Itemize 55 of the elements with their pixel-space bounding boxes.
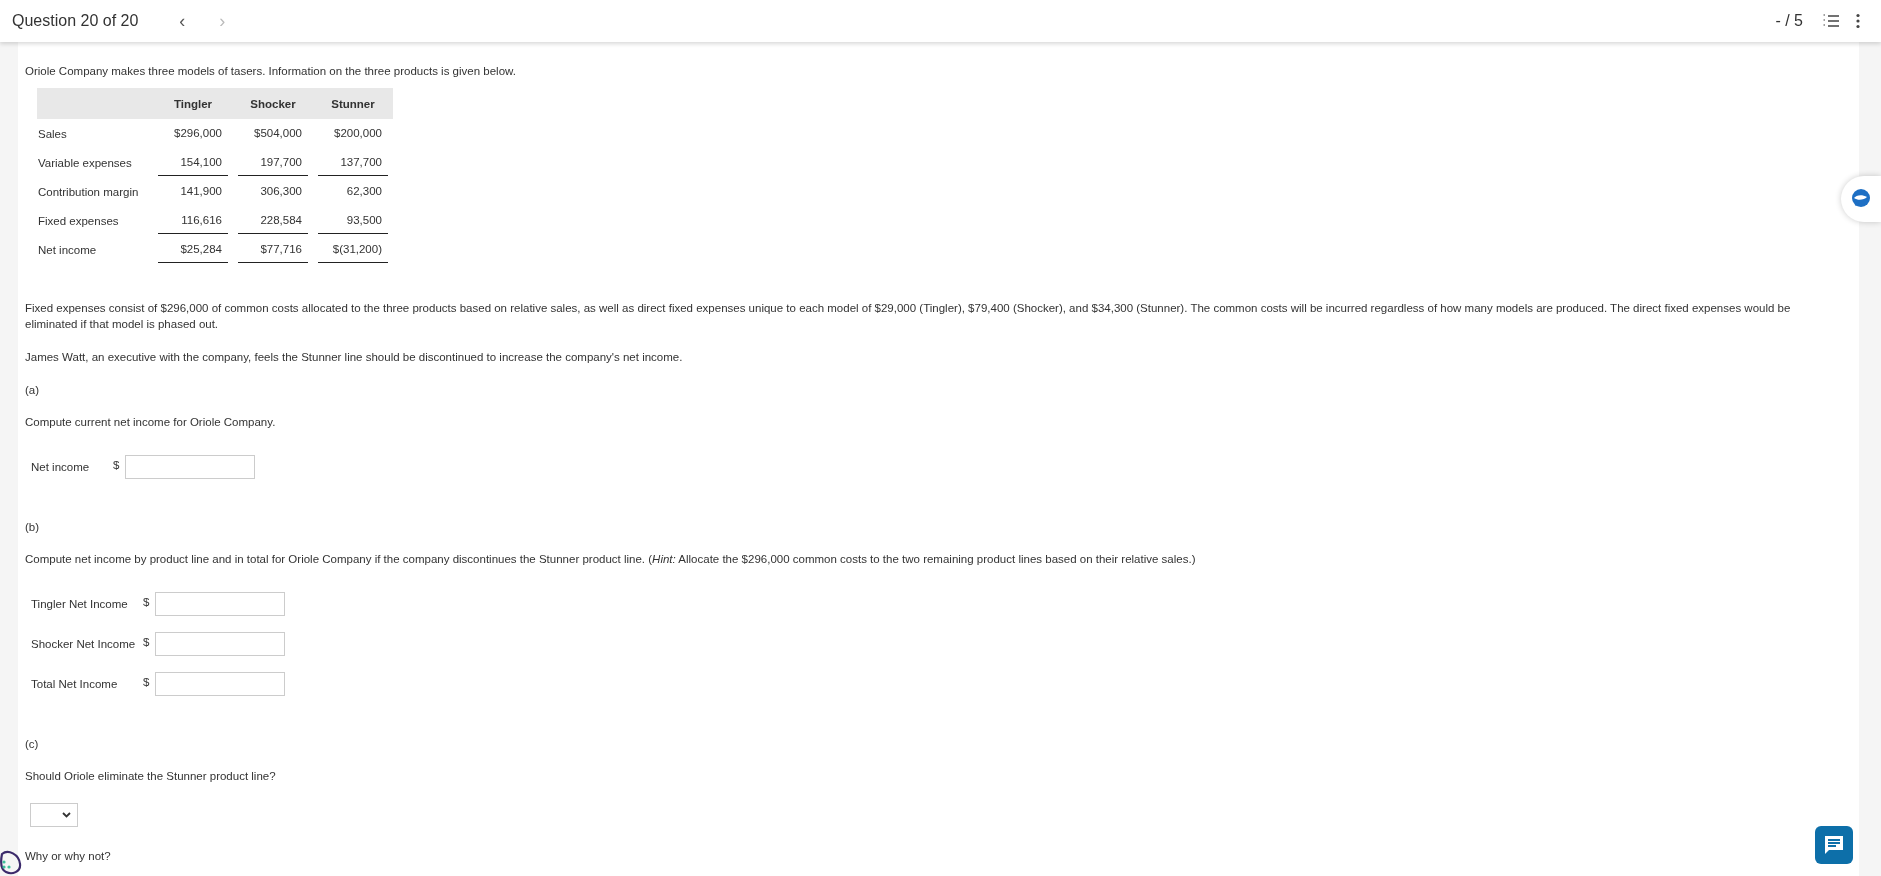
table-cell: 197,700 [238,149,308,176]
table-cell-text: $504,000 [253,126,303,141]
currency-sign: $ [113,458,121,473]
input-field[interactable] [155,672,285,696]
table-cell: $25,284 [158,236,228,263]
table-cell-text: 62,300 [345,184,383,199]
column-header: Shocker [233,88,313,119]
chat-assistant-icon[interactable] [1841,176,1881,222]
currency-sign: $ [143,635,151,650]
question-prompt: Should Oriole eliminate the Stunner product line? [25,769,277,784]
table-cell-text: 141,900 [179,184,223,199]
table-cell: $77,716 [238,236,308,263]
table-cell-text: 306,300 [259,184,303,199]
row-label: Net income [38,243,97,256]
input-field[interactable] [125,455,255,479]
question-prompt: Compute net income by product line and in total for Oriole Company if the company discontinues the Stunner product line. (Hint: Allocate the $296,000 common costs to the two remaining product lines based on their relative sales.) [25,552,1197,567]
table-cell-text: $296,000 [173,126,223,141]
previous-button[interactable]: ‹ [170,7,195,35]
table-cell: 154,100 [158,149,228,176]
question-prompt: Compute current net income for Oriole Company. [25,415,277,430]
more-icon[interactable] [1855,13,1861,29]
table-cell: 137,700 [318,149,388,176]
input-field[interactable] [155,592,285,616]
table-cell: 116,616 [158,207,228,234]
body-paragraph: James Watt, an executive with the company, feels the Stunner line should be discontinued to increase the company's net income. [25,350,684,365]
intro-text: Oriole Company makes three models of tasers. Information on the three products is given below. [25,64,517,79]
table-cell: 93,500 [318,207,388,234]
table-cell: $(31,200) [318,236,388,263]
field-label: Tingler Net Income [31,597,129,612]
column-header: Tingler [153,88,233,119]
field-label: Total Net Income [31,677,119,692]
currency-sign: $ [143,595,151,610]
field-label: Net income [31,460,91,475]
question-prompt: Why or why not? [25,849,112,864]
score: - / 5 [1775,11,1803,31]
part-label: (c) [25,737,40,752]
currency-sign: $ [143,675,151,690]
body-paragraph: Fixed expenses consist of $296,000 of common costs allocated to the three products based on relative sales, as well as direct fixed expenses unique to each model of $29,000 (Tingler), $79,400 (Shocker), and $34,300 (Stunner). The common costs will be incurred regardless of how many models are produced. The direct fixed expenses would be eliminated if that model is phased out. [25,301,1792,332]
feedback-button[interactable] [1815,826,1853,864]
part-label: (a) [25,383,41,398]
table-cell: 228,584 [238,207,308,234]
row-label: Contribution margin [38,185,139,198]
row-label: Sales [38,127,67,140]
row-label: Fixed expenses [38,214,119,227]
list-icon[interactable] [1823,14,1839,28]
part-label: (b) [25,520,41,535]
speech-bubble-icon [1823,834,1845,856]
field-label: Shocker Net Income [31,637,137,652]
column-header: Stunner [313,88,393,119]
question-counter: Question 20 of 20 [12,11,139,31]
row-label: Variable expenses [38,156,132,169]
input-field[interactable] [155,632,285,656]
table-cell-text: $200,000 [333,126,383,141]
caret-icon [62,812,71,818]
palette-icon[interactable] [0,850,22,876]
